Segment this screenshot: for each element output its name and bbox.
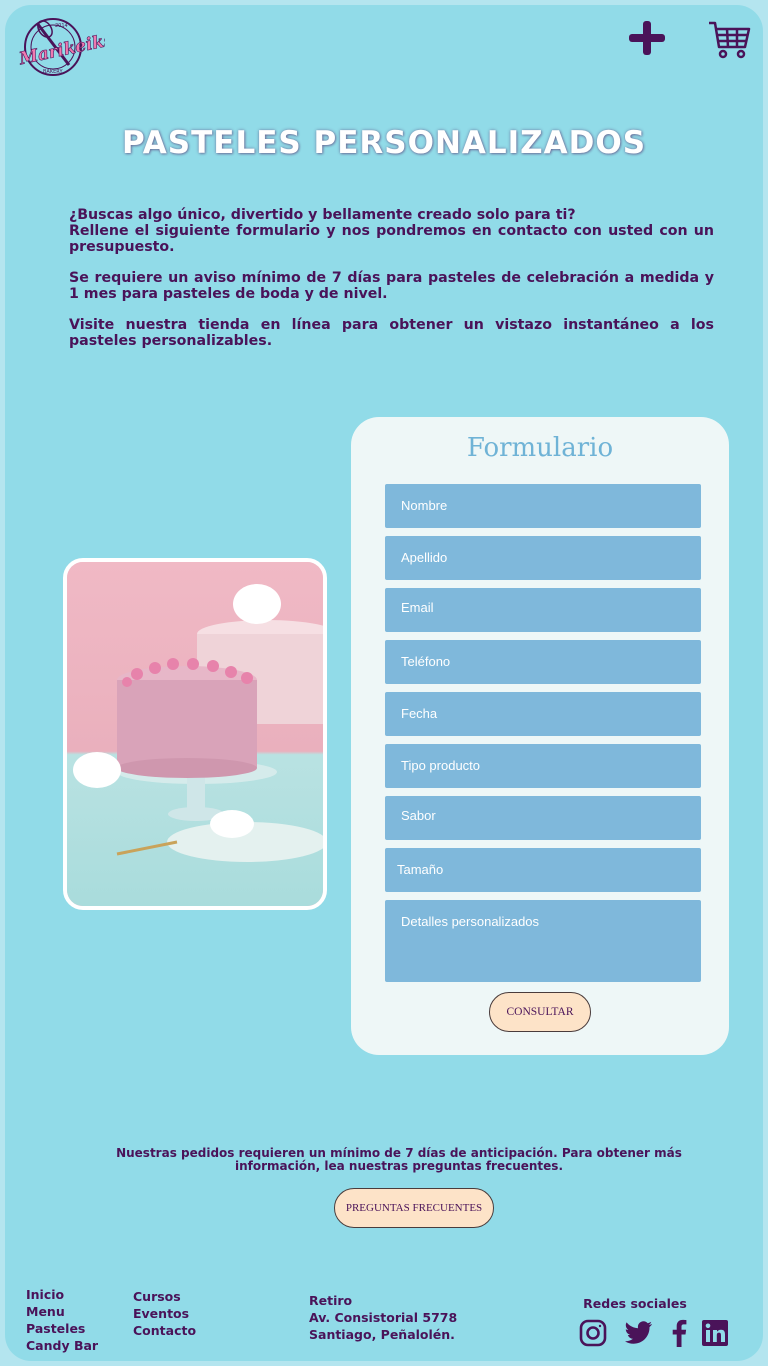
footer-link-eventos[interactable]: Eventos: [133, 1305, 196, 1322]
cart-icon[interactable]: [707, 17, 751, 61]
page-frame: 2014 Marikeiks BAKERY PASTELES PERSONALI…: [5, 5, 763, 1361]
form-card: Formulario Nombre Apellido Email Teléfon…: [351, 417, 729, 1055]
social-title: Redes sociales: [583, 1296, 687, 1311]
footer-nav-2: Cursos Eventos Contacto: [133, 1288, 196, 1339]
intro-paragraph-3: Visite nuestra tienda en línea para obte…: [69, 317, 714, 349]
faq-button[interactable]: PREGUNTAS FRECUENTES: [334, 1188, 494, 1228]
footer-link-candy-bar[interactable]: Candy Bar: [26, 1337, 98, 1354]
footer-nav-1: Inicio Menu Pasteles Candy Bar: [26, 1286, 98, 1354]
nombre-field[interactable]: Nombre: [385, 484, 701, 528]
cake-photo: [63, 558, 327, 910]
instagram-icon[interactable]: [579, 1319, 607, 1347]
notice-text: Nuestras pedidos requieren un mínimo de …: [116, 1146, 682, 1173]
brand-logo[interactable]: 2014 Marikeiks BAKERY: [15, 15, 116, 81]
tamano-field[interactable]: Tamaño: [385, 848, 701, 892]
sabor-field[interactable]: Sabor: [385, 796, 701, 840]
svg-text:BAKERY: BAKERY: [43, 69, 63, 75]
svg-text:2014: 2014: [55, 23, 68, 29]
address-line-1: Retiro: [309, 1293, 353, 1308]
tipo-producto-field[interactable]: Tipo producto: [385, 744, 701, 788]
twitter-icon[interactable]: [624, 1319, 652, 1347]
svg-text:Marikeiks: Marikeiks: [17, 30, 105, 70]
intro-line-1: ¿Buscas algo único, divertido y bellamen…: [69, 207, 576, 223]
detalles-textarea[interactable]: Detalles personalizados: [385, 900, 701, 982]
facebook-icon[interactable]: [669, 1319, 697, 1347]
fecha-field[interactable]: Fecha: [385, 692, 701, 736]
page-title: PASTELES PERSONALIZADOS: [121, 125, 647, 161]
intro-line-2: Rellene el siguiente formulario y nos po…: [69, 223, 714, 255]
plus-icon[interactable]: [627, 19, 667, 59]
email-field[interactable]: Email: [385, 588, 701, 632]
consultar-button[interactable]: CONSULTAR: [489, 992, 591, 1032]
address-line-2: Av. Consistorial 5778: [309, 1310, 458, 1325]
linkedin-icon[interactable]: [701, 1319, 729, 1347]
footer-link-inicio[interactable]: Inicio: [26, 1286, 98, 1303]
apellido-field[interactable]: Apellido: [385, 536, 701, 580]
form-title: Formulario: [466, 433, 614, 463]
intro-text: ¿Buscas algo único, divertido y bellamen…: [69, 207, 714, 364]
intro-paragraph-2: Se requiere un aviso mínimo de 7 días pa…: [69, 270, 714, 302]
footer-link-menu[interactable]: Menu: [26, 1303, 98, 1320]
address-line-3: Santiago, Peñalolén.: [309, 1327, 455, 1342]
footer-link-contacto[interactable]: Contacto: [133, 1322, 196, 1339]
telefono-field[interactable]: Teléfono: [385, 640, 701, 684]
footer-link-pasteles[interactable]: Pasteles: [26, 1320, 98, 1337]
footer-link-cursos[interactable]: Cursos: [133, 1288, 196, 1305]
footer-address: Retiro Av. Consistorial 5778 Santiago, P…: [309, 1292, 457, 1343]
